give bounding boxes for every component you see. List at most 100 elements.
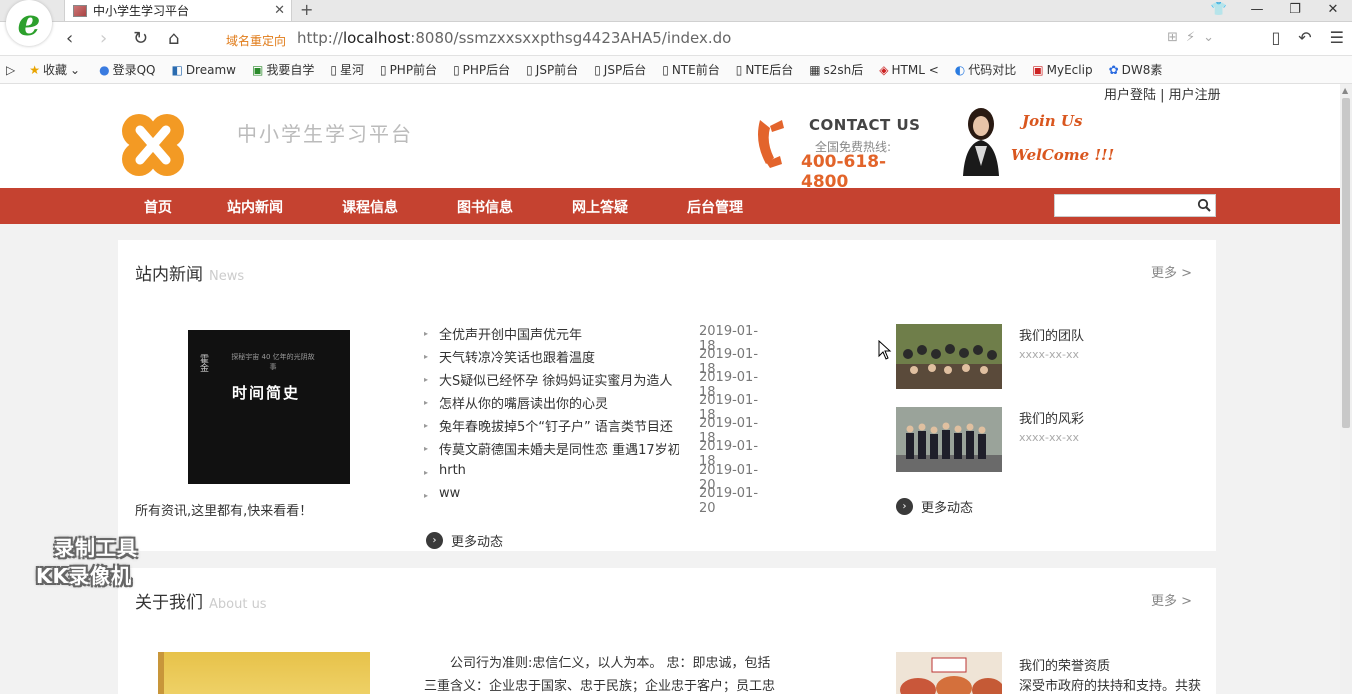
about-text: 公司行为准则:忠信仁义，以人为本。 忠：即忠诚，包括三重含义：企业忠于国家、忠于… <box>424 656 776 694</box>
bookmark-s2sh[interactable]: ▦ s2sh后 <box>809 61 863 78</box>
undo-icon[interactable]: ↶ <box>1298 28 1311 47</box>
address-bar: ‹ › ↻ ⌂ 域名重定向 http://localhost:8080/ssmz… <box>0 22 1352 56</box>
section-title: 关于我们 About us <box>135 593 267 613</box>
photo-label[interactable]: 我们的团队 <box>1019 325 1084 344</box>
bookmark-dreamweaver[interactable]: ◧ Dreamw <box>171 63 236 77</box>
news-item[interactable]: ▸ 传莫文蔚德国未婚夫是同性恋 重遇17岁初 2019-01-18 <box>424 439 772 469</box>
person-photo <box>963 108 999 176</box>
nav-item-qa[interactable]: 网上答疑 <box>572 197 628 217</box>
url-field[interactable]: http://localhost:8080/ssmzxxsxxpthsg4423… <box>297 29 731 47</box>
photo-label[interactable]: 我们的风彩 <box>1019 408 1084 427</box>
bookmarks-bar: ▷ ★ 收藏 ⌄ ● 登录QQ ◧ Dreamw ▣ 我要自学 ▯ 星河 ▯ PHP前台 ▯ P… <box>0 56 1352 84</box>
user-login-register-links[interactable]: 用户登陆 | 用户注册 <box>1104 84 1221 103</box>
book-spine-text: 霍金 <box>198 354 208 372</box>
about-book-image <box>158 652 370 694</box>
browser-tab-bar: 中小学生学习平台 ✕ + 👕 — ❐ ✕ <box>0 0 1352 22</box>
team-photo[interactable] <box>896 324 1002 389</box>
site-logo-icon <box>122 114 184 176</box>
minimize-button[interactable]: — <box>1238 0 1276 22</box>
news-item[interactable]: ▸ 全优声开创中国声优元年 2019-01-18 <box>424 324 772 354</box>
browser-logo-icon[interactable]: e <box>6 0 52 46</box>
bookmark-qq[interactable]: ● 登录QQ <box>99 61 155 78</box>
news-item[interactable]: ▸ ww 2019-01-20 <box>424 486 772 516</box>
web-page: 用户登陆 | 用户注册 中小学生学习平台 CONTACT US 全国免费热线: … <box>0 84 1340 694</box>
home-icon[interactable]: ⌂ <box>168 28 179 50</box>
bookmark-html[interactable]: ◈ HTML < <box>879 63 939 77</box>
news-caption: 所有资讯,这里都有,快来看看！ <box>135 504 313 519</box>
news-section: 站内新闻 News 更多 > 探秘宇宙 40 亿年的光阴故事 霍金 时间简史 所有… <box>118 240 1216 551</box>
back-button[interactable]: ‹ <box>66 28 73 50</box>
refresh-icon[interactable]: ↻ <box>133 28 148 50</box>
news-item[interactable]: ▸ hrth 2019-01-20 <box>424 463 772 493</box>
reader-icon[interactable]: ▯ <box>1271 28 1280 47</box>
more-link[interactable]: 更多 > <box>1151 590 1192 609</box>
honor-image <box>896 652 1002 694</box>
news-item[interactable]: ▸ 兔年春晚拔掉5个“钉子户” 语言类节目还 2019-01-18 <box>424 416 772 446</box>
nav-item-books[interactable]: 图书信息 <box>457 197 513 217</box>
bookmark-nte-front[interactable]: ▯ NTE前台 <box>662 61 720 78</box>
book-cover-image[interactable]: 探秘宇宙 40 亿年的光阴故事 霍金 时间简史 <box>188 330 350 484</box>
more-link[interactable]: 更多 > <box>1151 262 1192 281</box>
bookmark-xinghe[interactable]: ▯ 星河 <box>330 61 364 78</box>
nav-item-home[interactable]: 首页 <box>144 197 172 217</box>
restore-button[interactable]: ❐ <box>1276 0 1314 22</box>
shirt-icon[interactable]: 👕 <box>1200 0 1238 22</box>
style-photo[interactable] <box>896 407 1002 472</box>
search-icon[interactable] <box>1197 198 1211 212</box>
honor-text: 深受市政府的扶持和支持。共获 <box>1019 679 1202 694</box>
main-nav: 首页 站内新闻 课程信息 图书信息 网上答疑 后台管理 <box>0 188 1340 224</box>
nav-item-admin[interactable]: 后台管理 <box>687 197 743 217</box>
bookmark-favorites[interactable]: ★ 收藏 ⌄ <box>29 61 83 78</box>
bookmark-nte-back[interactable]: ▯ NTE后台 <box>736 61 794 78</box>
nav-item-news[interactable]: 站内新闻 <box>227 197 283 217</box>
news-item[interactable]: ▸ 怎样从你的嘴唇读出你的心灵 2019-01-18 <box>424 393 772 423</box>
browser-tab[interactable]: 中小学生学习平台 ✕ <box>64 0 292 22</box>
bookmark-php-front[interactable]: ▯ PHP前台 <box>380 61 437 78</box>
contact-phone: 400-618-4800 <box>801 152 887 192</box>
close-icon[interactable]: ✕ <box>274 3 285 18</box>
news-list: ▸ 全优声开创中国声优元年 2019-01-18 ▸ 天气转凉冷笑话也跟着温度 2019… <box>424 324 772 516</box>
page-scrollbar[interactable]: ▲ <box>1340 84 1352 694</box>
circle-arrow-icon: › <box>426 532 443 549</box>
contact-block: CONTACT US 全国免费热线: 400-618-4800 <box>752 110 932 192</box>
address-tools-icon[interactable]: ⊞⚡⌄ <box>1167 30 1222 45</box>
menu-icon[interactable]: ☰ <box>1330 28 1344 47</box>
mouse-cursor-icon <box>878 340 892 360</box>
more-dynamic-link[interactable]: › 更多动态 <box>426 531 503 550</box>
contact-title: CONTACT US <box>809 116 921 134</box>
new-tab-button[interactable]: + <box>300 0 313 20</box>
scroll-up-icon[interactable]: ▲ <box>1342 86 1348 95</box>
bookmark-jsp-back[interactable]: ▯ JSP后台 <box>594 61 646 78</box>
about-section: 关于我们 About us 更多 > 公司行为准则:忠信仁义，以人为本。 忠：即忠… <box>118 568 1216 694</box>
window-controls: 👕 — ❐ ✕ <box>1200 0 1352 22</box>
news-item[interactable]: ▸ 大S疑似已经怀孕 徐妈妈证实蜜月为造人 2019-01-18 <box>424 370 772 400</box>
news-item[interactable]: ▸ 天气转凉冷笑话也跟着温度 2019-01-18 <box>424 347 772 377</box>
address-right-tools: ▯ ↶ ☰ <box>1271 28 1344 47</box>
section-subtitle: About us <box>209 597 267 612</box>
site-title: 中小学生学习平台 <box>237 122 413 146</box>
photo-date: xxxx-xx-xx <box>1019 348 1080 361</box>
search-input[interactable] <box>1055 195 1195 216</box>
redirect-label: 域名重定向 <box>226 34 287 48</box>
forward-button[interactable]: › <box>100 28 107 50</box>
nav-item-courses[interactable]: 课程信息 <box>342 197 398 217</box>
bookmark-dw8[interactable]: ✿ DW8素 <box>1109 61 1163 78</box>
favicon-icon <box>73 4 87 17</box>
bookmark-php-back[interactable]: ▯ PHP后台 <box>453 61 510 78</box>
recorder-watermark: 录制工具 KK录像机 <box>36 534 138 590</box>
watermark-line1: 录制工具 <box>54 536 138 560</box>
search-box <box>1054 194 1216 217</box>
close-window-button[interactable]: ✕ <box>1314 0 1352 22</box>
phone-icon <box>758 120 784 168</box>
bookmark-jsp-front[interactable]: ▯ JSP前台 <box>526 61 578 78</box>
bookmark-code-compare[interactable]: ◐ 代码对比 <box>955 61 1017 78</box>
honor-title[interactable]: 我们的荣誉资质 <box>1019 655 1110 674</box>
photos-more-link[interactable]: › 更多动态 <box>896 497 973 516</box>
bookmark-myeclipse[interactable]: ▣ MyEclip <box>1032 63 1092 77</box>
sidebar-toggle-icon[interactable]: ▷ <box>6 63 15 77</box>
book-title: 时间简史 <box>232 384 301 402</box>
book-tagline: 探秘宇宙 40 亿年的光阴故事 <box>231 353 315 371</box>
join-us-text: Join Us <box>1022 112 1083 130</box>
bookmark-self-study[interactable]: ▣ 我要自学 <box>252 61 314 78</box>
scrollbar-thumb[interactable] <box>1342 98 1350 428</box>
